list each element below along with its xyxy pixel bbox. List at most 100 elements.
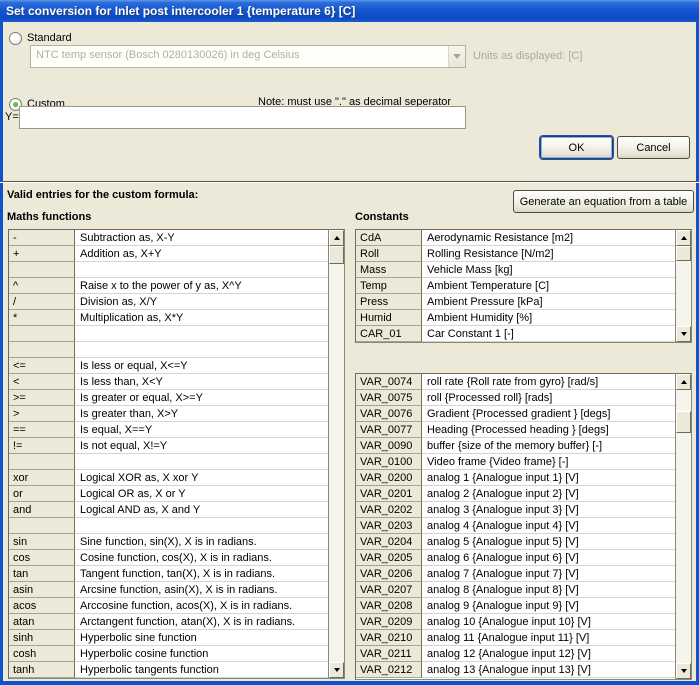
table-row[interactable]: VAR_0076Gradient {Processed gradient } [… [356,406,675,422]
description-cell[interactable]: analog 5 {Analogue input 5} [V] [422,534,675,550]
symbol-cell[interactable]: cosh [9,646,75,662]
table-row[interactable]: <Is less than, X<Y [9,374,328,390]
table-row[interactable]: acosArccosine function, acos(X), X is in… [9,598,328,614]
description-cell[interactable]: Arcsine function, asin(X), X is in radia… [75,582,328,598]
table-row[interactable]: CdAAerodynamic Resistance [m2] [356,230,675,246]
symbol-cell[interactable]: > [9,406,75,422]
description-cell[interactable] [75,342,328,358]
description-cell[interactable]: Is equal, X==Y [75,422,328,438]
description-cell[interactable]: analog 10 {Analogue input 10} [V] [422,614,675,630]
description-cell[interactable]: Is greater than, X>Y [75,406,328,422]
table-row[interactable]: VAR_0204analog 5 {Analogue input 5} [V] [356,534,675,550]
symbol-cell[interactable]: VAR_0209 [356,614,422,630]
table-row[interactable]: +Addition as, X+Y [9,246,328,262]
symbol-cell[interactable]: * [9,310,75,326]
description-cell[interactable]: analog 11 {Analogue input 11} [V] [422,630,675,646]
table-row[interactable]: /Division as, X/Y [9,294,328,310]
table-row[interactable]: >Is greater than, X>Y [9,406,328,422]
symbol-cell[interactable]: / [9,294,75,310]
description-cell[interactable]: analog 3 {Analogue input 3} [V] [422,502,675,518]
description-cell[interactable]: Is greater or equal, X>=Y [75,390,328,406]
symbol-cell[interactable]: VAR_0207 [356,582,422,598]
symbol-cell[interactable]: VAR_0075 [356,390,422,406]
symbol-cell[interactable]: VAR_0074 [356,374,422,390]
symbol-cell[interactable]: + [9,246,75,262]
symbol-cell[interactable] [9,342,75,358]
table-row[interactable]: VAR_0074roll rate {Roll rate from gyro} … [356,374,675,390]
table-row[interactable]: sinSine function, sin(X), X is in radian… [9,534,328,550]
scrollbar-thumb[interactable] [329,246,344,264]
symbol-cell[interactable] [9,518,75,534]
description-cell[interactable]: analog 9 {Analogue input 9} [V] [422,598,675,614]
description-cell[interactable]: Hyperbolic cosine function [75,646,328,662]
table-row[interactable]: *Multiplication as, X*Y [9,310,328,326]
symbol-cell[interactable]: tan [9,566,75,582]
table-row[interactable]: xorLogical XOR as, X xor Y [9,470,328,486]
symbol-cell[interactable]: == [9,422,75,438]
symbol-cell[interactable]: acos [9,598,75,614]
symbol-cell[interactable]: cos [9,550,75,566]
symbol-cell[interactable]: Press [356,294,422,310]
description-cell[interactable]: Ambient Pressure [kPa] [422,294,675,310]
scroll-down-button[interactable] [676,326,691,342]
table-row[interactable]: >=Is greater or equal, X>=Y [9,390,328,406]
custom-formula-input[interactable] [19,106,466,129]
symbol-cell[interactable]: ^ [9,278,75,294]
description-cell[interactable] [75,262,328,278]
table-row[interactable]: VAR_0209analog 10 {Analogue input 10} [V… [356,614,675,630]
table-row[interactable]: asinArcsine function, asin(X), X is in r… [9,582,328,598]
generate-equation-button[interactable]: Generate an equation from a table [513,190,694,213]
description-cell[interactable]: analog 4 {Analogue input 4} [V] [422,518,675,534]
description-cell[interactable]: Is less or equal, X<=Y [75,358,328,374]
description-cell[interactable]: Ambient Temperature [C] [422,278,675,294]
table-row[interactable]: ^Raise x to the power of y as, X^Y [9,278,328,294]
table-row[interactable]: cosCosine function, cos(X), X is in radi… [9,550,328,566]
table-row[interactable]: VAR_0205analog 6 {Analogue input 6} [V] [356,550,675,566]
table-row[interactable]: VAR_0212analog 13 {Analogue input 13} [V… [356,662,675,678]
table-row[interactable]: VAR_0211analog 12 {Analogue input 12} [V… [356,646,675,662]
symbol-cell[interactable]: asin [9,582,75,598]
table-row[interactable]: VAR_0202analog 3 {Analogue input 3} [V] [356,502,675,518]
description-cell[interactable]: Logical XOR as, X xor Y [75,470,328,486]
table-row[interactable]: -Subtraction as, X-Y [9,230,328,246]
symbol-cell[interactable]: VAR_0076 [356,406,422,422]
symbol-cell[interactable]: CAR_01 [356,326,422,342]
description-cell[interactable]: Subtraction as, X-Y [75,230,328,246]
table-row[interactable]: tanTangent function, tan(X), X is in rad… [9,566,328,582]
table-row[interactable]: <=Is less or equal, X<=Y [9,358,328,374]
variables-scrollbar[interactable] [675,374,691,679]
description-cell[interactable]: Aerodynamic Resistance [m2] [422,230,675,246]
description-cell[interactable]: Hyperbolic tangents function [75,662,328,678]
table-row[interactable]: VAR_0206analog 7 {Analogue input 7} [V] [356,566,675,582]
description-cell[interactable]: Arctangent function, atan(X), X is in ra… [75,614,328,630]
symbol-cell[interactable]: CdA [356,230,422,246]
symbol-cell[interactable] [9,454,75,470]
description-cell[interactable]: analog 12 {Analogue input 12} [V] [422,646,675,662]
description-cell[interactable]: Cosine function, cos(X), X is in radians… [75,550,328,566]
table-row[interactable]: VAR_0075roll {Processed roll} [rads] [356,390,675,406]
description-cell[interactable]: analog 7 {Analogue input 7} [V] [422,566,675,582]
symbol-cell[interactable]: VAR_0202 [356,502,422,518]
symbol-cell[interactable]: VAR_0090 [356,438,422,454]
symbol-cell[interactable] [9,262,75,278]
table-row[interactable]: VAR_0077Heading {Processed heading } [de… [356,422,675,438]
symbol-cell[interactable]: Roll [356,246,422,262]
description-cell[interactable]: Logical AND as, X and Y [75,502,328,518]
scroll-up-button[interactable] [676,230,691,246]
description-cell[interactable]: Heading {Processed heading } [degs] [422,422,675,438]
symbol-cell[interactable]: VAR_0204 [356,534,422,550]
description-cell[interactable] [75,518,328,534]
description-cell[interactable]: Ambient Humidity [%] [422,310,675,326]
description-cell[interactable]: Vehicle Mass [kg] [422,262,675,278]
description-cell[interactable]: Gradient {Processed gradient } [degs] [422,406,675,422]
description-cell[interactable]: analog 1 {Analogue input 1} [V] [422,470,675,486]
description-cell[interactable]: Logical OR as, X or Y [75,486,328,502]
description-cell[interactable]: Is less than, X<Y [75,374,328,390]
description-cell[interactable] [75,454,328,470]
table-row[interactable]: sinhHyperbolic sine function [9,630,328,646]
maths-scrollbar[interactable] [328,230,344,678]
scroll-down-button[interactable] [329,662,344,678]
description-cell[interactable]: Raise x to the power of y as, X^Y [75,278,328,294]
symbol-cell[interactable]: and [9,502,75,518]
table-row[interactable]: VAR_0200analog 1 {Analogue input 1} [V] [356,470,675,486]
